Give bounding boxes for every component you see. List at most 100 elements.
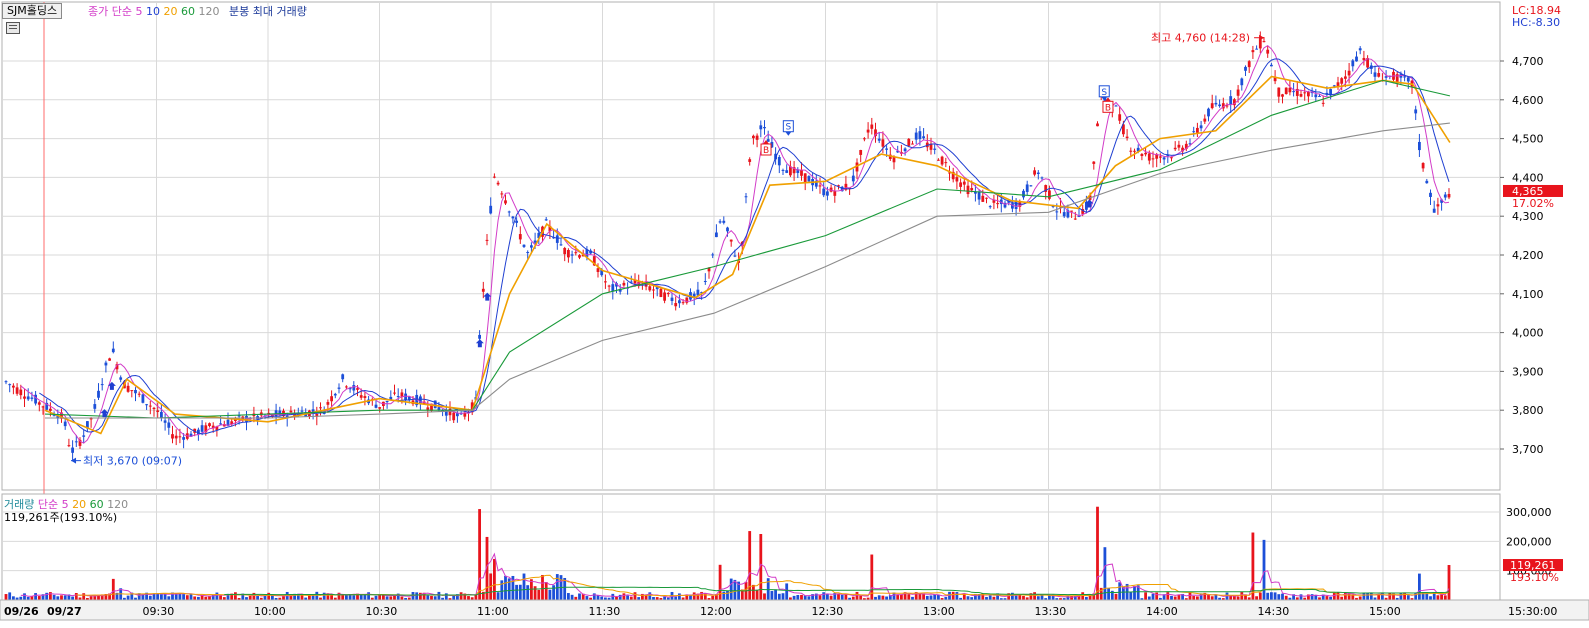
candle-body[interactable] [145,404,148,406]
candle-body[interactable] [1229,96,1233,105]
volume-bar[interactable] [885,596,888,600]
candle-body[interactable] [1033,170,1036,175]
candle-body[interactable] [1196,127,1199,133]
volume-bar[interactable] [933,594,937,600]
volume-bar[interactable] [493,558,496,600]
volume-bar[interactable] [563,577,567,600]
volume-bar[interactable] [182,594,185,600]
candle-body[interactable] [1362,57,1366,61]
candle-body[interactable] [1125,136,1129,139]
candle-body[interactable] [1040,177,1044,179]
candle-body[interactable] [82,435,86,437]
volume-bar[interactable] [1096,506,1099,600]
volume-bar[interactable] [34,593,37,600]
volume-bar[interactable] [1369,592,1373,600]
candle-body[interactable] [903,148,907,152]
candle-body[interactable] [807,176,811,182]
volume-bar[interactable] [1192,596,1196,600]
candle-body[interactable] [670,297,674,301]
volume-bar[interactable] [1266,592,1270,600]
candle-body[interactable] [134,390,137,394]
candle-body[interactable] [1403,76,1406,78]
candle-body[interactable] [777,157,781,166]
candle-body[interactable] [1377,73,1381,77]
candle-body[interactable] [574,252,578,254]
candle-body[interactable] [800,170,803,176]
candle-body[interactable] [148,405,152,407]
candle-body[interactable] [703,280,707,282]
volume-bar[interactable] [1151,593,1155,600]
candle-body[interactable] [1373,72,1377,77]
volume-bar[interactable] [393,595,396,600]
volume-bar[interactable] [433,596,437,600]
candle-body[interactable] [996,203,999,205]
volume-bar[interactable] [23,593,26,600]
candle-body[interactable] [563,248,567,255]
volume-bar[interactable] [1418,573,1421,600]
candle-body[interactable] [955,177,959,182]
volume-bar[interactable] [52,594,56,600]
volume-bar[interactable] [459,592,463,600]
volume-bar[interactable] [592,593,596,600]
volume-bar[interactable] [74,592,78,600]
volume-bar[interactable] [629,596,633,600]
candle-body[interactable] [200,425,204,432]
volume-bar[interactable] [1036,596,1040,600]
candle-body[interactable] [555,235,559,243]
volume-bar[interactable] [37,596,41,600]
candle-body[interactable] [104,362,108,366]
volume-bar[interactable] [1358,596,1362,600]
volume-bar[interactable] [1173,596,1177,600]
volume-bar[interactable] [966,596,970,600]
candle-body[interactable] [385,400,389,403]
candle-body[interactable] [674,303,678,307]
volume-bar[interactable] [1403,592,1406,600]
volume-bar[interactable] [859,595,863,600]
volume-bar[interactable] [1299,594,1303,600]
volume-bar[interactable] [1166,592,1170,600]
candle-body[interactable] [1355,56,1358,62]
candle-body[interactable] [522,244,526,247]
candle-body[interactable] [1414,109,1418,114]
candle-body[interactable] [1048,190,1051,199]
candle-body[interactable] [1307,91,1310,97]
candle-body[interactable] [866,129,870,133]
volume-bar[interactable] [1081,592,1085,600]
volume-bar[interactable] [1440,594,1443,600]
candle-body[interactable] [851,175,855,182]
stock-chart[interactable]: 3,700 3,800 3,900 4,000 4,100 4,200 4,300 4,400… [0,0,1589,628]
volume-bar[interactable] [282,596,285,600]
volume-bar[interactable] [755,589,759,600]
candle-body[interactable] [748,159,752,162]
candle-body[interactable] [604,281,607,283]
candle-body[interactable] [785,170,789,173]
candle-body[interactable] [52,415,56,417]
candle-body[interactable] [500,193,504,195]
volume-bar[interactable] [1406,595,1410,600]
volume-bar[interactable] [256,596,259,600]
volume-bar[interactable] [111,578,115,600]
candle-body[interactable] [507,211,511,213]
volume-bar[interactable] [929,595,933,600]
volume-bar[interactable] [474,594,478,600]
candle-body[interactable] [1347,70,1351,76]
candle-body[interactable] [163,420,167,423]
volume-bar[interactable] [948,591,951,600]
volume-bar[interactable] [71,596,74,600]
candle-body[interactable] [1418,141,1421,151]
candle-body[interactable] [681,302,685,304]
volume-bar[interactable] [774,589,777,600]
volume-bar[interactable] [345,594,348,600]
candle-body[interactable] [1092,161,1096,164]
candle-body[interactable] [1025,184,1029,192]
candle-body[interactable] [456,413,459,417]
candle-body[interactable] [289,410,293,413]
volume-bar[interactable] [30,596,34,600]
volume-bar[interactable] [522,573,526,600]
volume-bar[interactable] [907,594,911,600]
volume-bar[interactable] [951,591,955,600]
volume-bar[interactable] [626,595,629,600]
candle-body[interactable] [826,191,829,196]
candle-body[interactable] [559,244,563,246]
candle-body[interactable] [877,138,881,141]
